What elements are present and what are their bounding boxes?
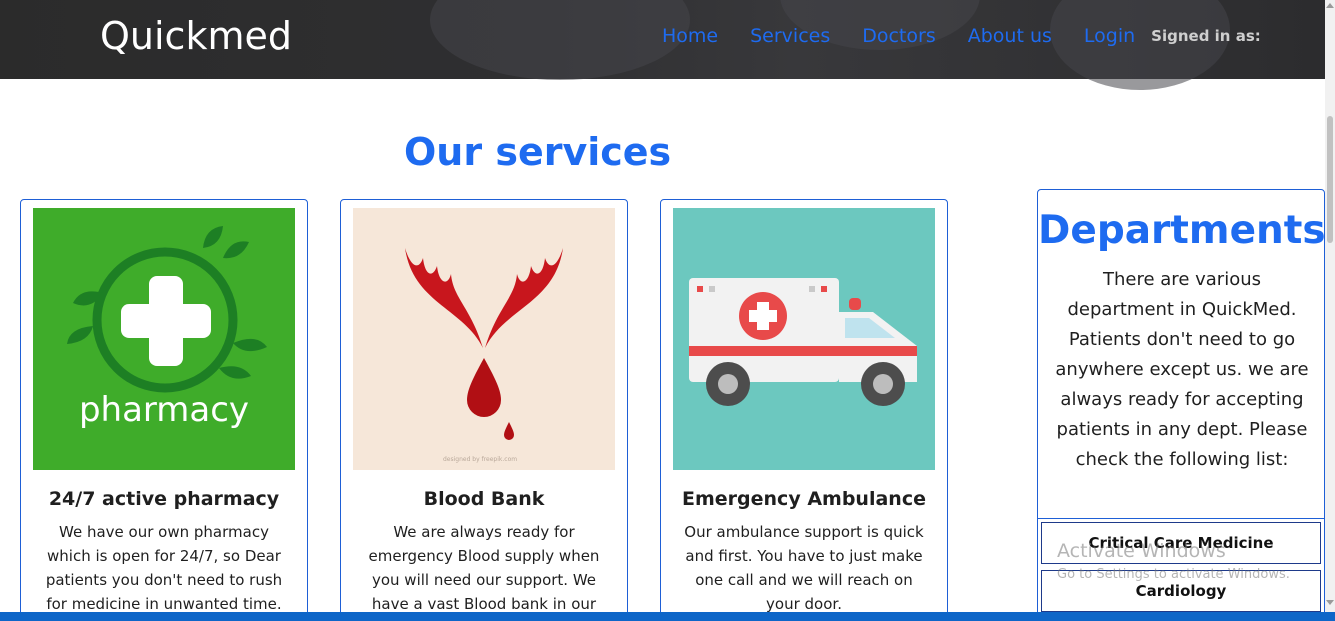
pharmacy-image-label: pharmacy — [78, 390, 250, 430]
pharmacy-cross-icon — [67, 226, 267, 393]
departments-heading: Departments — [1038, 208, 1325, 253]
departments-description: There are various department in QuickMed… — [1055, 269, 1309, 470]
scroll-up-arrow-icon[interactable] — [1326, 3, 1334, 8]
service-card-pharmacy: pharmacy 24/7 active pharmacy We have ou… — [20, 199, 308, 619]
services-heading: Our services — [404, 130, 672, 174]
nav-link-doctors[interactable]: Doctors — [862, 25, 936, 47]
blood-bank-image: designed by freepik.com — [353, 208, 615, 470]
blood-drop-hands-icon — [405, 248, 563, 440]
nav-links: Home Services Doctors About us Login Sig… — [662, 25, 1261, 47]
card-text: Our ambulance support is quick and first… — [684, 523, 924, 613]
pharmacy-image: pharmacy — [33, 208, 295, 470]
card-title: Blood Bank — [423, 488, 545, 510]
vertical-scrollbar[interactable] — [1325, 0, 1335, 612]
image-credit: designed by freepik.com — [443, 456, 518, 463]
activate-windows-watermark: Activate Windows — [1057, 540, 1226, 562]
card-title: Emergency Ambulance — [682, 488, 926, 510]
departments-divider — [1038, 518, 1324, 519]
scroll-down-arrow-icon[interactable] — [1326, 600, 1334, 605]
scrollbar-thumb[interactable] — [1327, 116, 1333, 243]
brand-logo-text[interactable]: Quickmed — [100, 14, 292, 58]
signed-in-label: Signed in as: — [1151, 27, 1261, 45]
nav-link-home[interactable]: Home — [662, 25, 718, 47]
card-text: We have our own pharmacy which is open f… — [45, 523, 283, 613]
ambulance-image — [673, 208, 935, 470]
ambulance-icon — [689, 278, 917, 406]
nav-link-about-us[interactable]: About us — [968, 25, 1052, 47]
navbar: Quickmed Home Services Doctors About us … — [0, 0, 1325, 90]
service-card-ambulance: Emergency Ambulance Our ambulance suppor… — [660, 199, 948, 619]
nav-link-login[interactable]: Login — [1084, 25, 1135, 47]
editor-status-bar — [0, 612, 1335, 621]
card-text: We are always ready for emergency Blood … — [368, 523, 600, 613]
nav-link-services[interactable]: Services — [750, 25, 830, 47]
activate-windows-subtitle: Go to Settings to activate Windows. — [1057, 567, 1290, 582]
card-title: 24/7 active pharmacy — [48, 488, 280, 510]
page: Quickmed Home Services Doctors About us … — [0, 0, 1335, 621]
service-card-blood-bank: designed by freepik.com Blood Bank We ar… — [340, 199, 628, 619]
